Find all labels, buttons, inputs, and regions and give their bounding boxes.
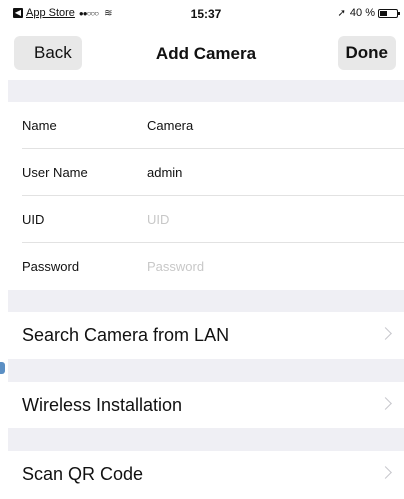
chevron-right-icon — [379, 397, 392, 410]
name-field[interactable] — [147, 110, 387, 141]
chevron-right-icon — [379, 466, 392, 479]
navigation-bar: Back Add Camera Done — [8, 28, 404, 80]
scan-qr-code-row[interactable]: Scan QR Code — [8, 451, 404, 498]
location-icon: ➚ — [337, 7, 346, 19]
screen: ◀ App Store ●●○○○ ≋ 15:37 ➚ 40 % Back Ad… — [8, 0, 404, 499]
password-field[interactable] — [147, 251, 387, 282]
uid-label: UID — [22, 212, 45, 227]
back-button[interactable]: Back — [8, 36, 82, 70]
camera-form: Name User Name UID Password — [8, 102, 404, 290]
scan-qr-code-label: Scan QR Code — [22, 464, 144, 484]
form-row-user-name: User Name — [8, 149, 404, 196]
battery-fill — [380, 10, 388, 16]
user-name-field[interactable] — [147, 157, 387, 188]
form-row-uid: UID — [8, 196, 404, 243]
form-row-password: Password — [8, 243, 404, 290]
edge-accent — [0, 362, 5, 374]
status-bar: ◀ App Store ●●○○○ ≋ 15:37 ➚ 40 % — [8, 0, 404, 28]
status-bar-left[interactable]: ◀ App Store ●●○○○ ≋ — [13, 7, 112, 19]
back-to-app-label: App Store — [26, 7, 75, 19]
done-button[interactable]: Done — [337, 36, 396, 70]
back-button-label: Back — [34, 43, 72, 62]
chevron-right-icon — [379, 327, 392, 340]
wireless-installation-label: Wireless Installation — [22, 395, 183, 415]
form-row-name: Name — [8, 102, 404, 149]
section-separator — [8, 428, 404, 451]
back-to-app-icon: ◀ — [13, 8, 23, 18]
section-separator — [8, 80, 404, 102]
name-label: Name — [22, 118, 57, 133]
section-separator — [8, 359, 404, 382]
signal-icon: ●●○○○ — [78, 8, 99, 18]
battery-percent: 40 % — [349, 7, 375, 19]
search-camera-lan-row[interactable]: Search Camera from LAN — [8, 312, 404, 359]
uid-field[interactable] — [147, 204, 387, 235]
wireless-installation-row[interactable]: Wireless Installation — [8, 382, 404, 429]
section-separator — [8, 290, 404, 312]
password-label: Password — [22, 259, 80, 274]
wifi-icon: ≋ — [104, 7, 113, 19]
user-name-label: User Name — [22, 165, 88, 180]
battery-icon — [378, 8, 400, 18]
search-camera-lan-label: Search Camera from LAN — [22, 325, 230, 345]
status-bar-right: ➚ 40 % — [337, 7, 400, 19]
